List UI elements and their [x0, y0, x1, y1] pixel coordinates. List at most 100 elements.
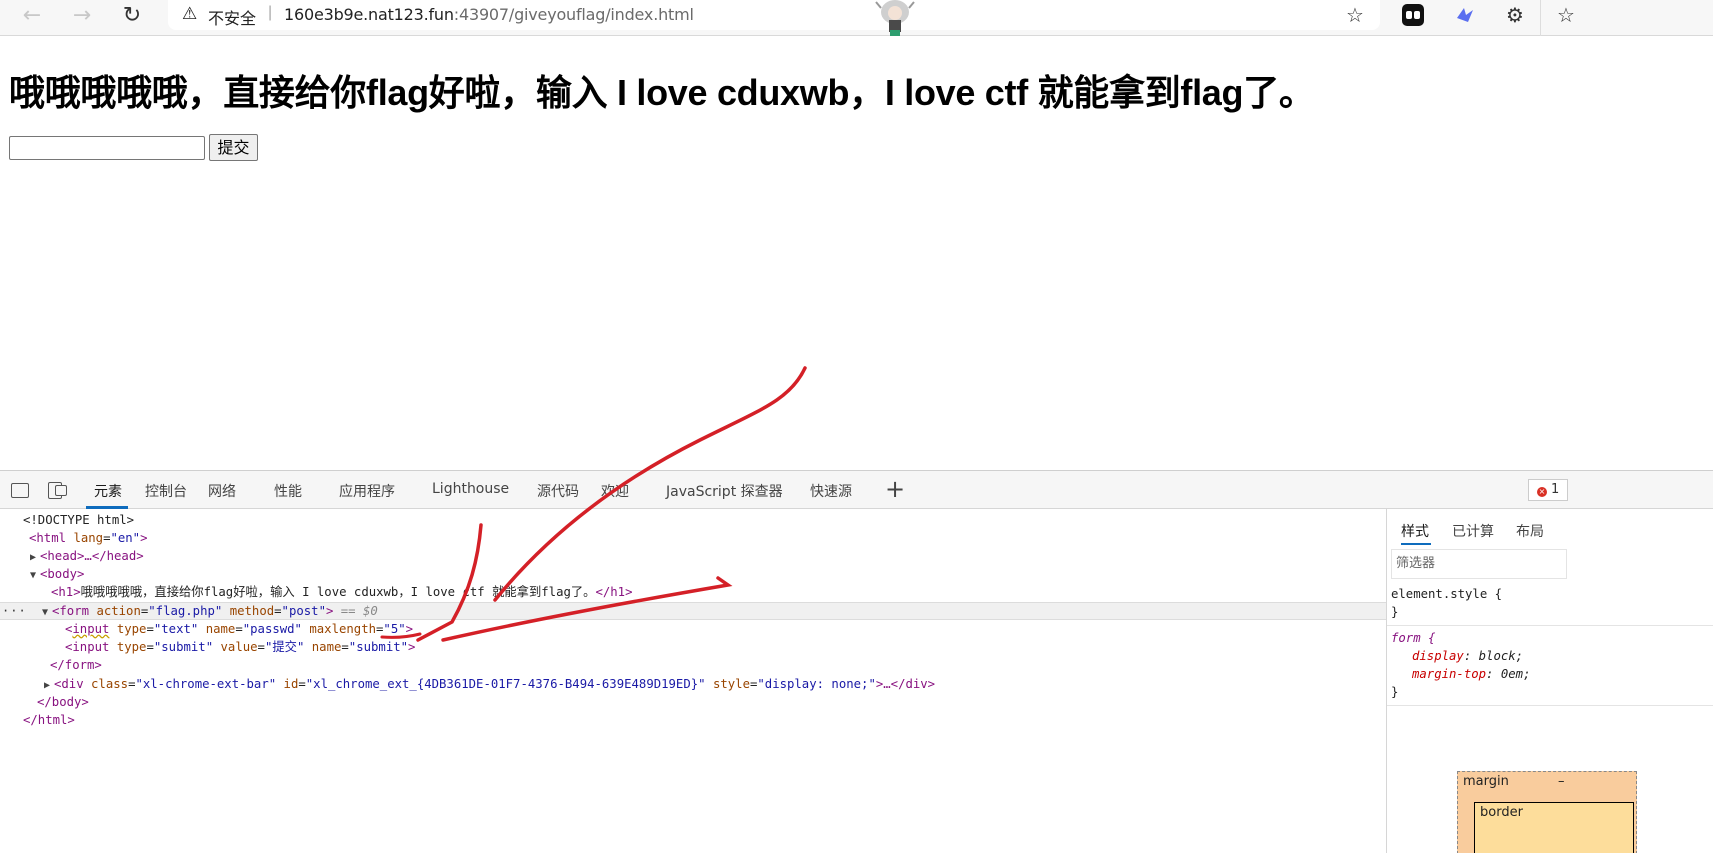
- tab-welcome[interactable]: 欢迎: [601, 481, 629, 501]
- form-rule-close: }: [1391, 683, 1398, 701]
- tab-quick-source[interactable]: 快速源: [810, 481, 852, 501]
- margin-declaration[interactable]: margin-top: 0em;: [1412, 665, 1530, 683]
- forward-button[interactable]: →: [66, 2, 98, 30]
- tree-input-submit[interactable]: <input type="submit" value="提交" name="su…: [65, 638, 415, 656]
- margin-val: 0em;: [1500, 667, 1531, 681]
- tab-extension-icon[interactable]: [1402, 4, 1424, 26]
- form-action-name: action: [96, 604, 141, 618]
- html-close-text: </html>: [23, 713, 75, 727]
- extensions-icon[interactable]: ⚙: [1504, 4, 1526, 26]
- h1-open-text: <h1>: [51, 585, 81, 599]
- device-toolbar-icon-screen: [55, 485, 67, 496]
- tab-js-profiler[interactable]: JavaScript 探查器: [666, 481, 783, 501]
- reload-button[interactable]: ↻: [116, 2, 148, 30]
- tree-form[interactable]: ▼ <form action="flag.php" method="post"> …: [42, 602, 378, 620]
- tab-styles[interactable]: 样式: [1401, 521, 1429, 541]
- tree-body-close[interactable]: </body>: [37, 693, 89, 711]
- browser-toolbar: ← → ↻ ⚠ 不安全 | 160e3b9e.nat123.fun:43907/…: [0, 0, 1713, 36]
- head-text: <head>…</head>: [40, 549, 144, 563]
- styles-tabbar: 样式 已计算 布局: [1387, 509, 1713, 547]
- tab-performance[interactable]: 性能: [274, 481, 302, 501]
- tree-html-close[interactable]: </html>: [23, 711, 75, 729]
- submit-button[interactable]: 提交: [209, 134, 258, 161]
- close-brace: }: [1391, 605, 1399, 619]
- input2-name-value: "submit": [348, 640, 409, 654]
- body-open-text: <body>: [40, 567, 85, 581]
- tab-lighthouse[interactable]: Lighthouse: [432, 481, 509, 497]
- input2-tag-name: input: [72, 640, 110, 654]
- passwd-input[interactable]: [9, 136, 205, 160]
- rule-divider: [1387, 705, 1713, 706]
- collapse-triangle-icon[interactable]: ▼: [30, 567, 40, 585]
- tab-layout[interactable]: 布局: [1516, 521, 1544, 541]
- input1-type-name: type: [116, 622, 147, 636]
- error-count: 1: [1551, 482, 1560, 497]
- div-style-value: "display: none;": [757, 677, 876, 691]
- input1-maxlength-value: "5": [383, 622, 406, 636]
- selected-marker: == $0: [340, 604, 378, 618]
- input1-name-name: name: [205, 622, 236, 636]
- box-margin-value: –: [1558, 774, 1565, 789]
- div-close-text: >…</div>: [875, 677, 936, 691]
- div-tag-name: div: [61, 677, 84, 691]
- devtools-tabbar: 元素 控制台 网络 性能 应用程序 Lighthouse 源代码 欢迎 Java…: [0, 471, 1713, 509]
- input2-type-name: type: [116, 640, 147, 654]
- tab-console[interactable]: 控制台: [145, 481, 187, 501]
- tab-sources[interactable]: 源代码: [537, 481, 579, 501]
- html-attr-name: lang: [73, 531, 104, 545]
- form-rule[interactable]: form {: [1391, 629, 1435, 647]
- security-label[interactable]: 不安全: [208, 5, 256, 29]
- form-tag-name: form: [59, 604, 90, 618]
- box-margin-label: margin: [1463, 774, 1509, 789]
- form-close-text: </form>: [50, 658, 102, 672]
- tree-h1[interactable]: <h1>哦哦哦哦哦，直接给你flag好啦，输入 I love cduxwb，I …: [51, 583, 633, 601]
- bird-extension-icon[interactable]: [1454, 4, 1476, 26]
- favorites-icon[interactable]: ☆: [1557, 3, 1575, 27]
- tree-div[interactable]: ▶ <div class="xl-chrome-ext-bar" id="xl_c…: [44, 675, 935, 693]
- collapse-triangle-icon[interactable]: ▼: [42, 604, 52, 622]
- tree-input-text[interactable]: <input type="text" name="passwd" maxleng…: [65, 620, 413, 638]
- input1-maxlength-name: maxlength: [309, 622, 377, 636]
- html-tag-name: html: [36, 531, 67, 545]
- tree-form-close[interactable]: </form>: [50, 656, 102, 674]
- tree-body[interactable]: ▼ <body>: [30, 565, 84, 583]
- url-host: 160e3b9e.nat123.fun: [284, 5, 454, 24]
- tab-elements[interactable]: 元素: [94, 481, 122, 501]
- form-method-name: method: [229, 604, 275, 618]
- add-tab-icon[interactable]: +: [885, 475, 905, 503]
- row-menu-dots[interactable]: ···: [2, 602, 27, 620]
- rule-divider: [1387, 625, 1713, 626]
- element-style-selector: element.style {: [1391, 587, 1503, 601]
- tab-application[interactable]: 应用程序: [339, 481, 395, 501]
- form-action-value: "flag.php": [148, 604, 223, 618]
- box-model-border[interactable]: border: [1474, 802, 1634, 853]
- tab-computed[interactable]: 已计算: [1452, 521, 1494, 541]
- element-style-rule[interactable]: element.style {: [1391, 585, 1502, 603]
- h1-inner-text: 哦哦哦哦哦，直接给你flag好啦，输入 I love cduxwb，I love…: [80, 585, 596, 599]
- tree-html[interactable]: <html lang="en">: [29, 529, 148, 547]
- tree-head[interactable]: ▶ <head>…</head>: [30, 547, 144, 565]
- address-bar[interactable]: ⚠ 不安全 | 160e3b9e.nat123.fun:43907/giveyo…: [168, 0, 1380, 30]
- div-class-value: "xl-chrome-ext-bar": [135, 677, 277, 691]
- error-counter[interactable]: × 1: [1528, 479, 1568, 501]
- input1-type-value: "text": [153, 622, 199, 636]
- div-style-name: style: [712, 677, 750, 691]
- box-model-margin[interactable]: margin – border: [1457, 771, 1637, 853]
- page-heading: 哦哦哦哦哦，直接给你flag好啦，输入 I love cduxwb，I love…: [9, 72, 1315, 113]
- warning-icon[interactable]: ⚠: [182, 4, 197, 24]
- toolbar-divider: [1540, 0, 1541, 36]
- margin-prop: margin-top: [1412, 667, 1487, 681]
- tab-network[interactable]: 网络: [208, 481, 236, 501]
- back-button[interactable]: ←: [16, 2, 48, 30]
- div-id-name: id: [283, 677, 299, 691]
- display-declaration[interactable]: display: block;: [1412, 647, 1523, 665]
- tree-doctype[interactable]: <!DOCTYPE html>: [23, 511, 134, 529]
- styles-filter-input[interactable]: 筛选器: [1391, 549, 1567, 579]
- url-text[interactable]: 160e3b9e.nat123.fun:43907/giveyouflag/in…: [284, 5, 694, 24]
- elements-tree: ··· <!DOCTYPE html> <html lang="en"> ▶ <h…: [0, 509, 1386, 853]
- inspect-element-icon[interactable]: [11, 483, 29, 498]
- display-prop: display: [1412, 649, 1464, 663]
- box-border-label: border: [1480, 805, 1523, 820]
- form-method-value: "post": [281, 604, 326, 618]
- add-favorite-icon[interactable]: ☆: [1346, 3, 1364, 27]
